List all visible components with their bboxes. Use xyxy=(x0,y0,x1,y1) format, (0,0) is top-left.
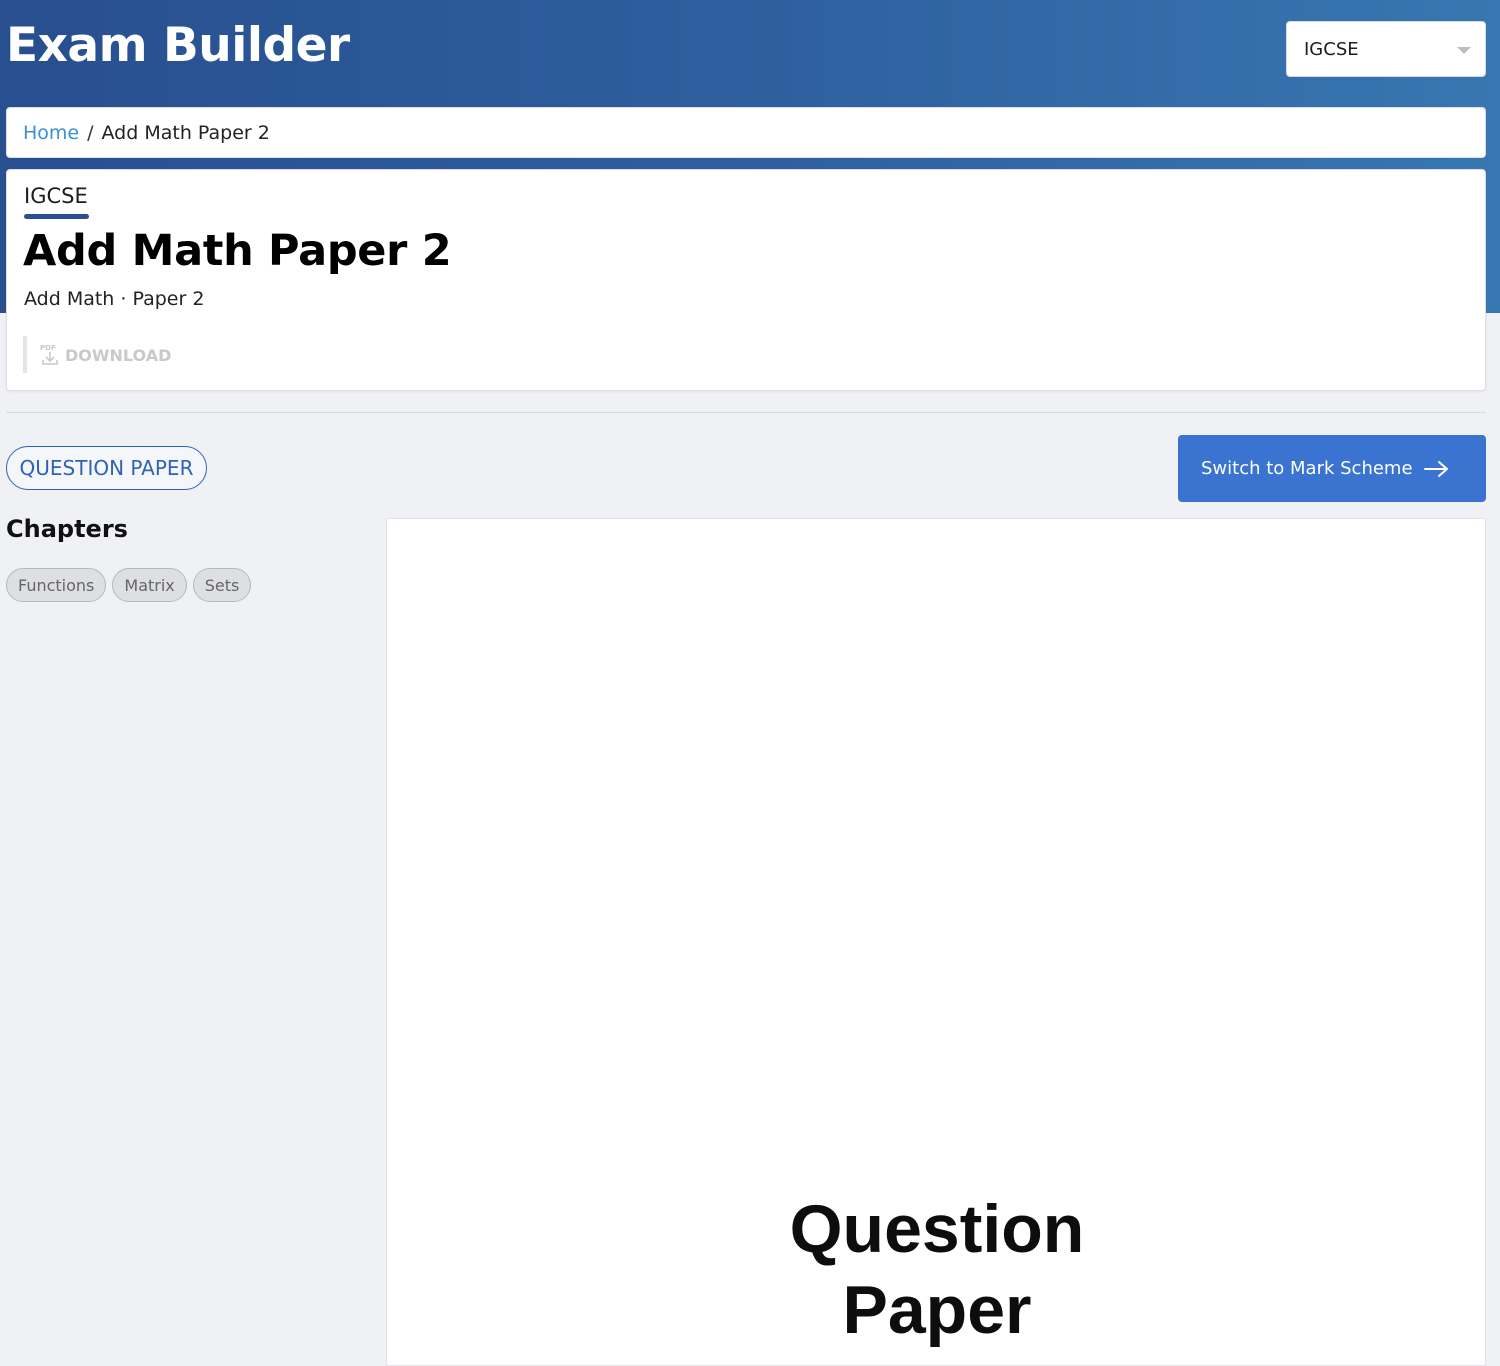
question-paper-tab[interactable]: QUESTION PAPER xyxy=(6,446,207,490)
chapter-chips: Functions Matrix Sets xyxy=(6,568,252,602)
breadcrumb-separator: / xyxy=(87,121,94,144)
board-select[interactable]: IGCSE xyxy=(1286,21,1486,77)
switch-to-mark-scheme-button[interactable]: Switch to Mark Scheme xyxy=(1178,435,1486,502)
board-tag: IGCSE xyxy=(24,184,88,208)
chapters-heading: Chapters xyxy=(6,515,128,543)
pdf-download-icon: PDF xyxy=(40,344,58,365)
chapter-chip-matrix[interactable]: Matrix xyxy=(112,568,187,602)
chapter-chip-sets[interactable]: Sets xyxy=(192,568,252,602)
breadcrumb-current: Add Math Paper 2 xyxy=(101,121,270,144)
breadcrumb: Home / Add Math Paper 2 xyxy=(6,107,1486,158)
document-viewer[interactable]: Question Paper xyxy=(386,518,1486,1366)
page-title: Add Math Paper 2 xyxy=(23,226,452,276)
arrow-right-icon xyxy=(1423,460,1448,477)
download-accent-bar xyxy=(23,336,27,373)
paper-subtitle: Add Math · Paper 2 xyxy=(24,288,205,310)
document-cover-title: Question Paper xyxy=(387,1189,1487,1351)
breadcrumb-home-link[interactable]: Home xyxy=(23,122,79,144)
chapter-chip-functions[interactable]: Functions xyxy=(6,568,107,602)
chevron-down-icon xyxy=(1457,47,1471,54)
cover-title-line-2: Paper xyxy=(842,1272,1032,1348)
board-select-value: IGCSE xyxy=(1304,38,1359,60)
switch-button-label: Switch to Mark Scheme xyxy=(1201,458,1413,479)
cover-title-line-1: Question xyxy=(789,1191,1085,1267)
app-title: Exam Builder xyxy=(6,18,350,73)
download-button[interactable]: PDF DOWNLOAD xyxy=(40,343,171,367)
paper-info-card: IGCSE Add Math Paper 2 Add Math · Paper … xyxy=(6,169,1486,391)
section-divider xyxy=(6,412,1486,413)
svg-text:PDF: PDF xyxy=(40,344,56,352)
download-label: DOWNLOAD xyxy=(65,345,172,365)
board-tag-underline xyxy=(24,214,89,219)
